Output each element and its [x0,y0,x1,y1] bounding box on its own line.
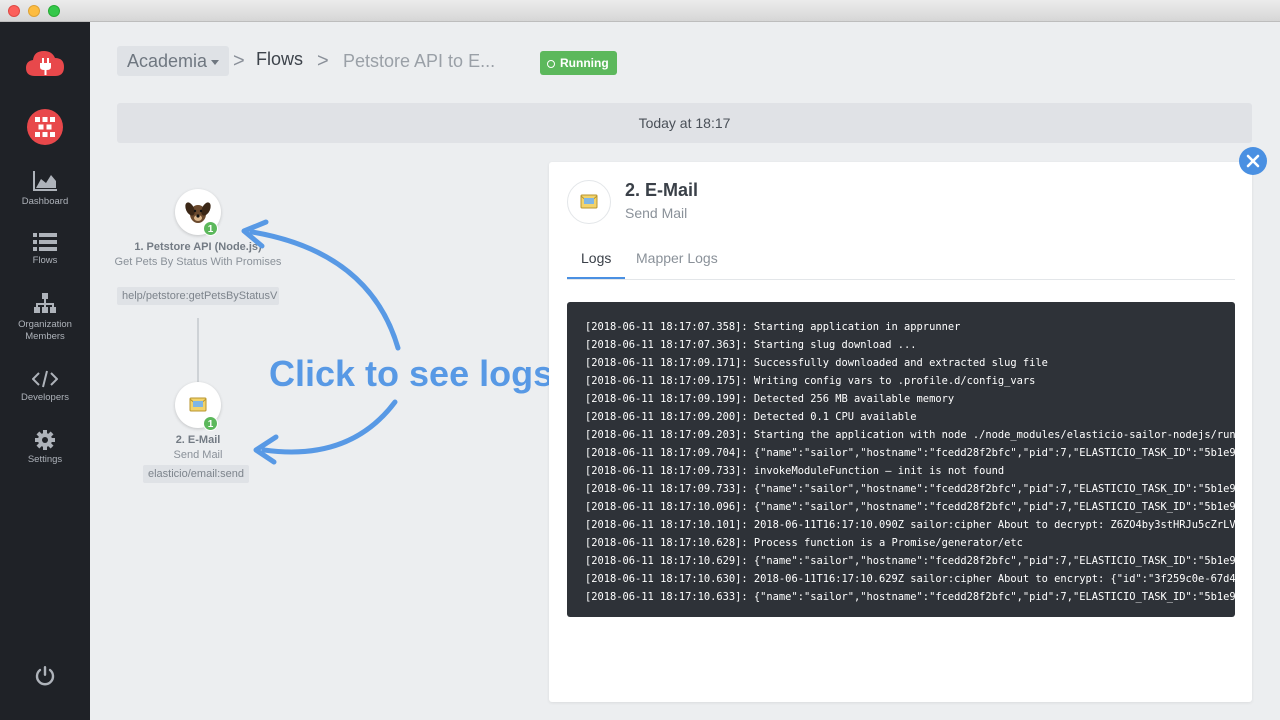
org-select-label: Academia [127,51,208,71]
sidebar-item-label: Dashboard [21,196,69,207]
log-line: [2018-06-11 18:17:09.733]: invokeModuleF… [585,465,1005,477]
log-line: [2018-06-11 18:17:10.629]: {"name":"sail… [585,555,1235,567]
envelope-icon [580,194,598,209]
log-line: [2018-06-11 18:17:10.630]: 2018-06-11T16… [585,573,1235,585]
annotation-arrows [241,219,401,465]
close-icon [1246,154,1260,168]
log-line: [2018-06-11 18:17:10.633]: {"name":"sail… [585,591,1235,603]
status-ring-icon [547,60,555,68]
sidebar-item-label: Developers [20,392,70,403]
step-function-tag: elasticio/email:send [143,465,249,483]
panel-step-icon [567,180,611,224]
org-select[interactable]: Academia [117,46,230,76]
log-line: [2018-06-11 18:17:09.175]: Writing confi… [585,375,1036,387]
status-label: Running [560,56,609,70]
step-badge: 1 [203,416,218,431]
tab-mapper-logs[interactable]: Mapper Logs [636,250,718,266]
execution-date-bar[interactable]: Today at 18:17 [117,103,1252,143]
chart-area-icon [33,171,57,191]
breadcrumb-flow-name: Petstore API to E... [343,51,496,71]
cloud-plug-icon[interactable] [0,48,90,80]
breadcrumb-separator: > [317,50,329,72]
log-viewer[interactable]: [2018-06-11 18:17:07.358]: Starting appl… [567,302,1235,617]
breadcrumb-separator: > [233,50,245,72]
sidebar-item-dashboard[interactable]: Dashboard [0,170,90,208]
close-panel-button[interactable] [1239,147,1267,175]
log-line: [2018-06-11 18:17:09.704]: {"name":"sail… [585,447,1235,459]
step-detail-panel: 2. E-Mail Send Mail Logs Mapper Logs [20… [549,162,1252,702]
log-line: [2018-06-11 18:17:09.203]: Starting the … [585,429,1235,441]
step-node-email[interactable]: 1 [175,382,221,431]
gear-icon [35,430,55,450]
window-titlebar [0,0,1280,22]
sidebar-item-label: Organization Members [18,319,72,342]
step-node-petstore[interactable]: 1 [175,189,221,236]
panel-title: 2. E-Mail [625,180,699,200]
log-line: [2018-06-11 18:17:09.733]: {"name":"sail… [585,483,1235,495]
panel-tabs: Logs Mapper Logs [566,247,1235,280]
code-icon [32,370,58,388]
org-tree-icon [34,293,56,313]
main-content: Academia > Flows > Petstore API to E... … [90,22,1280,720]
sidebar-item-label: Settings [27,454,63,465]
log-line: [2018-06-11 18:17:10.096]: {"name":"sail… [585,501,1235,513]
tab-logs[interactable]: Logs [566,250,626,279]
log-line: [2018-06-11 18:17:07.363]: Starting slug… [585,339,917,351]
log-line: [2018-06-11 18:17:09.200]: Detected 0.1 … [585,411,917,423]
list-icon [33,233,57,251]
log-line: [2018-06-11 18:17:09.171]: Successfully … [585,357,1048,369]
power-icon[interactable] [0,665,90,687]
minimize-window-button[interactable] [28,5,40,17]
execution-date-label: Today at 18:17 [638,115,731,131]
workspace-avatar-icon[interactable] [0,108,90,146]
sidebar-item-settings[interactable]: Settings [0,430,90,466]
log-line: [2018-06-11 18:17:07.358]: Starting appl… [585,321,961,333]
sidebar-item-flows[interactable]: Flows [0,233,90,267]
log-line: [2018-06-11 18:17:10.101]: 2018-06-11T16… [585,519,1235,531]
log-line: [2018-06-11 18:17:09.199]: Detected 256 … [585,393,955,405]
annotation-label: Click to see logs [269,353,554,394]
caret-down-icon [211,59,220,65]
sidebar-item-developers[interactable]: Developers [0,370,90,404]
sidebar-item-organization-members[interactable]: Organization Members [0,293,90,343]
breadcrumb-flows-link[interactable]: Flows [256,49,303,70]
zoom-window-button[interactable] [48,5,60,17]
status-badge: Running [540,51,617,75]
close-window-button[interactable] [8,5,20,17]
sidebar-item-label: Flows [32,255,58,266]
panel-subtitle: Send Mail [625,205,688,221]
log-line: [2018-06-11 18:17:10.628]: Process funct… [585,537,1023,549]
step-badge: 1 [203,221,218,236]
sidebar: Dashboard Flows Organization Members Dev… [0,22,90,720]
